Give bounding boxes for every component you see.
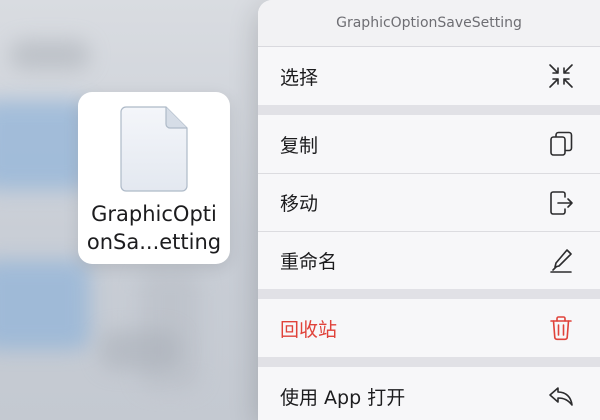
background-folder — [0, 100, 90, 190]
menu-item-label: 选择 — [280, 66, 319, 89]
menu-separator — [258, 105, 600, 115]
menu-item-label: 移动 — [280, 193, 319, 215]
file-name-line: GraphicOpti — [91, 202, 217, 226]
select-arrows-icon — [546, 61, 576, 91]
menu-item-rename[interactable]: 重命名 — [258, 231, 600, 289]
menu-item-duplicate[interactable]: 复制 — [258, 115, 600, 173]
rename-pen-icon — [546, 246, 576, 276]
menu-item-select[interactable]: 选择 — [258, 47, 600, 105]
menu-item-move[interactable]: 移动 — [258, 173, 600, 231]
menu-separator — [258, 289, 600, 299]
background-folder — [0, 260, 90, 350]
file-name-line: onSa...etting — [86, 230, 222, 254]
menu-item-trash[interactable]: 回收站 — [258, 299, 600, 357]
menu-item-label: 回收站 — [280, 318, 338, 341]
move-icon — [546, 188, 576, 218]
menu-title: GraphicOptionSaveSetting — [258, 0, 600, 47]
duplicate-icon — [546, 129, 576, 159]
menu-item-label: 重命名 — [280, 251, 338, 273]
menu-item-label: 使用 App 打开 — [280, 386, 406, 409]
trash-icon — [546, 313, 576, 343]
menu-item-open-with-app[interactable]: 使用 App 打开 — [258, 367, 600, 420]
menu-item-label: 复制 — [280, 134, 319, 157]
background-label — [100, 330, 180, 370]
document-icon — [120, 106, 188, 192]
context-menu: GraphicOptionSaveSetting 选择 复制 移动 重命名 回收… — [258, 0, 600, 420]
file-preview-card[interactable]: GraphicOpti onSa...etting — [78, 92, 230, 264]
menu-separator — [258, 357, 600, 367]
file-name: GraphicOpti onSa...etting — [78, 200, 230, 256]
share-arrow-icon — [546, 381, 576, 411]
background-label — [10, 40, 90, 70]
